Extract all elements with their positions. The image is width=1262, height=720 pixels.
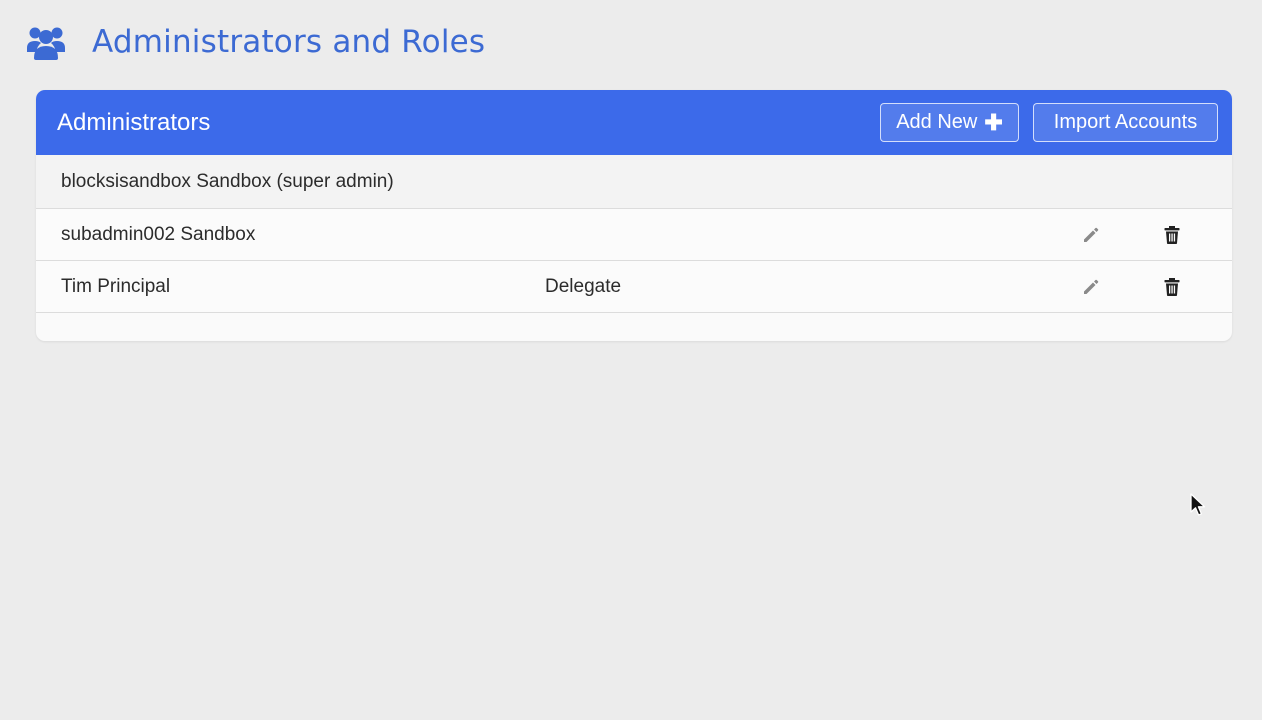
- table-row: blocksisandbox Sandbox (super admin): [36, 155, 1232, 209]
- table-row: subadmin002 Sandbox: [36, 209, 1232, 261]
- panel-title: Administrators: [57, 108, 211, 136]
- import-accounts-label: Import Accounts: [1053, 111, 1198, 133]
- panel-header: Administrators Add New ✚ Import Accounts: [36, 90, 1232, 155]
- add-new-button[interactable]: Add New ✚: [880, 103, 1019, 142]
- admin-role: Delegate: [545, 275, 622, 297]
- users-icon: [27, 27, 65, 60]
- page-header: Administrators and Roles: [26, 20, 485, 64]
- admin-name: Tim Principal: [61, 275, 171, 297]
- admin-name: blocksisandbox Sandbox (super admin): [61, 170, 394, 192]
- import-accounts-button[interactable]: Import Accounts: [1033, 103, 1218, 142]
- administrators-panel: Administrators Add New ✚ Import Accounts…: [36, 90, 1232, 341]
- admin-name: subadmin002 Sandbox: [61, 223, 256, 245]
- pencil-icon[interactable]: [1081, 225, 1101, 245]
- plus-icon: ✚: [984, 109, 1003, 135]
- pencil-icon[interactable]: [1081, 277, 1101, 297]
- table-row: Tim Principal Delegate: [36, 261, 1232, 313]
- trash-icon[interactable]: [1163, 225, 1181, 245]
- mouse-cursor-icon: [1190, 493, 1206, 516]
- add-new-label: Add New: [896, 111, 978, 133]
- page-title: Administrators and Roles: [92, 24, 486, 60]
- trash-icon[interactable]: [1163, 277, 1181, 297]
